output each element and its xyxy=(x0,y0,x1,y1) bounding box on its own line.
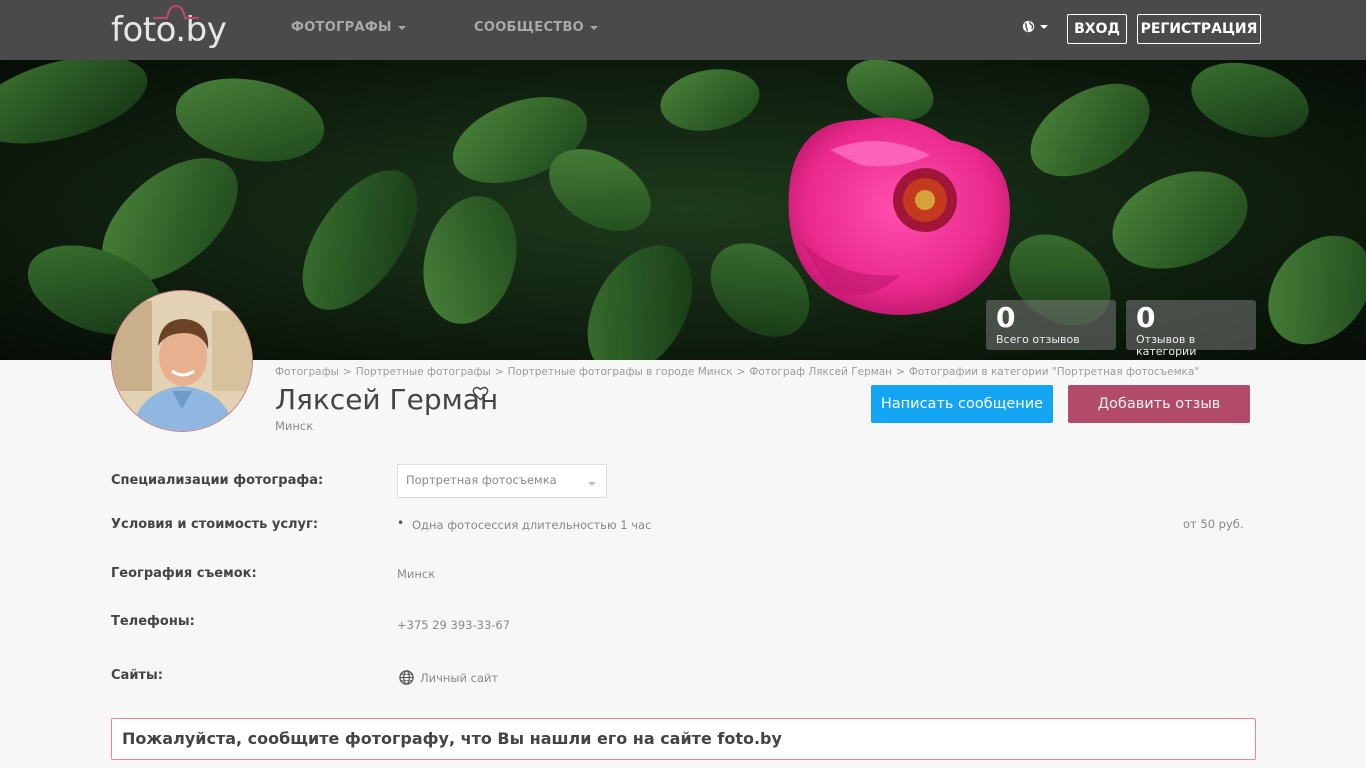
nav-community-label: СООБЩЕСТВО xyxy=(474,20,585,35)
geography-value: Минск xyxy=(397,567,436,581)
notice-banner: Пожалуйста, сообщите фотографу, что Вы н… xyxy=(111,718,1256,760)
sites-label: Сайты: xyxy=(111,668,163,683)
add-review-button[interactable]: Добавить отзыв xyxy=(1068,385,1250,423)
chevron-down-icon xyxy=(397,25,406,30)
avatar[interactable] xyxy=(111,290,253,432)
logo-roof-icon xyxy=(153,4,199,20)
specialization-selected-value: Портретная фотосъемка xyxy=(406,473,557,487)
chevron-down-icon xyxy=(1040,24,1048,29)
service-name: Одна фотосессия длительностью 1 час xyxy=(412,518,652,532)
personal-site-label: Личный сайт xyxy=(420,670,499,685)
breadcrumb-link[interactable]: Портретные фотографы xyxy=(356,366,491,378)
avatar-photo xyxy=(112,291,252,431)
services-label: Условия и стоимость услуг: xyxy=(111,517,319,532)
chevron-down-icon xyxy=(588,482,596,486)
heart-icon[interactable] xyxy=(472,386,489,401)
breadcrumb-link[interactable]: Портретные фотографы в городе Минск xyxy=(508,366,733,378)
phone-value[interactable]: +375 29 393-33-67 xyxy=(397,618,510,632)
top-navigation-bar: foto.by ФОТОГРАФЫ СООБЩЕСТВО ВХОД РЕГИСТ… xyxy=(0,0,1366,60)
nav-photographers[interactable]: ФОТОГРАФЫ xyxy=(291,20,406,35)
photographer-name: Ляксей Герман xyxy=(275,383,499,416)
breadcrumb-link[interactable]: Фотограф Ляксей Герман xyxy=(749,366,892,378)
nav-photographers-label: ФОТОГРАФЫ xyxy=(291,20,392,35)
site-logo[interactable]: foto.by xyxy=(111,4,227,50)
geography-label: География съемок: xyxy=(111,566,257,581)
bullet-icon: • xyxy=(397,516,405,530)
category-reviews-value: 0 xyxy=(1136,301,1156,334)
breadcrumb: Фотографы > Портретные фотографы > Портретны… xyxy=(275,366,1200,378)
total-reviews-stat: 0 Всего отзывов xyxy=(986,300,1116,350)
service-price: от 50 руб. xyxy=(1183,517,1244,531)
language-selector[interactable] xyxy=(1022,20,1048,33)
nav-community[interactable]: СООБЩЕСТВО xyxy=(474,20,599,35)
globe-icon xyxy=(1022,20,1035,33)
login-button[interactable]: ВХОД xyxy=(1067,14,1127,44)
specialization-select[interactable]: Портретная фотосъемка xyxy=(397,464,607,498)
personal-site-link[interactable]: Личный сайт xyxy=(399,670,498,685)
photographer-city: Минск xyxy=(275,419,314,433)
notice-text: Пожалуйста, сообщите фотографу, что Вы н… xyxy=(122,729,782,748)
chevron-down-icon xyxy=(590,25,599,30)
globe-icon xyxy=(399,670,414,685)
category-reviews-label: Отзывов в категории xyxy=(1136,333,1197,358)
breadcrumb-link[interactable]: Фотографы xyxy=(275,366,339,378)
specialization-label: Специализации фотографа: xyxy=(111,473,324,488)
total-reviews-label: Всего отзывов xyxy=(996,333,1080,346)
register-button[interactable]: РЕГИСТРАЦИЯ xyxy=(1137,14,1261,44)
phones-label: Телефоны: xyxy=(111,614,195,629)
category-reviews-stat: 0 Отзывов в категории xyxy=(1126,300,1256,358)
total-reviews-value: 0 xyxy=(996,301,1016,334)
write-message-button[interactable]: Написать сообщение xyxy=(871,385,1053,423)
breadcrumb-current[interactable]: Фотографии в категории "Портретная фотос… xyxy=(909,366,1199,378)
